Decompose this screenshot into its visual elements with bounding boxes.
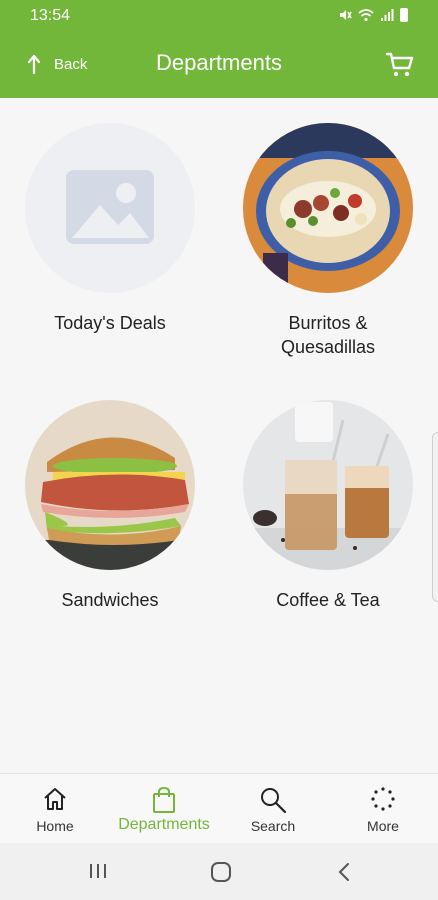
back-nav-icon[interactable]	[334, 861, 354, 883]
bottom-navigation: Home Departments Search More	[0, 773, 438, 843]
department-label: Sandwiches	[61, 590, 159, 610]
department-coffee-tea[interactable]: Coffee & Tea	[228, 400, 428, 612]
nav-departments-label: Departments	[118, 816, 210, 833]
recent-apps-icon[interactable]	[88, 861, 108, 881]
status-bar: 13:54	[0, 0, 438, 32]
sandwich-photo	[25, 400, 195, 570]
side-scroll-handle[interactable]	[432, 432, 438, 602]
nav-home-label: Home	[36, 818, 74, 834]
department-sandwiches[interactable]: Sandwiches	[10, 400, 210, 612]
placeholder-image-icon	[25, 123, 195, 293]
system-navigation-bar	[0, 843, 438, 900]
nav-home[interactable]: Home	[0, 774, 110, 844]
department-label: Today's Deals	[54, 313, 166, 333]
more-icon	[371, 787, 395, 811]
department-label: Burritos & Quesadillas	[280, 313, 376, 357]
iced-coffee-photo	[243, 400, 413, 570]
mute-icon	[340, 10, 352, 20]
burrito-photo	[243, 123, 413, 293]
home-button-icon[interactable]	[210, 861, 232, 883]
signal-icon	[381, 9, 394, 21]
wifi-icon	[358, 9, 374, 22]
nav-search-label: Search	[250, 818, 296, 834]
nav-more-label: More	[367, 818, 399, 834]
page-title: Departments	[156, 50, 282, 75]
nav-more[interactable]: More	[328, 774, 438, 844]
status-time: 13:54	[30, 7, 71, 24]
departments-grid: Today's Deals Burritos & Quesadillas San…	[0, 98, 438, 773]
nav-search[interactable]: Search	[218, 774, 328, 844]
shopping-bag-icon	[153, 786, 175, 813]
department-todays-deals[interactable]: Today's Deals	[10, 123, 210, 335]
nav-departments[interactable]: Departments	[109, 774, 219, 844]
app-header: Back Departments	[0, 32, 438, 98]
search-icon	[261, 788, 287, 814]
status-icons	[338, 8, 408, 22]
top-bar: 13:54 Back Departments	[0, 0, 438, 98]
home-icon	[44, 788, 66, 810]
department-label: Coffee & Tea	[276, 590, 380, 610]
cart-icon[interactable]	[384, 48, 416, 80]
battery-icon	[400, 8, 408, 22]
department-burritos-quesadillas[interactable]: Burritos & Quesadillas	[228, 123, 428, 359]
